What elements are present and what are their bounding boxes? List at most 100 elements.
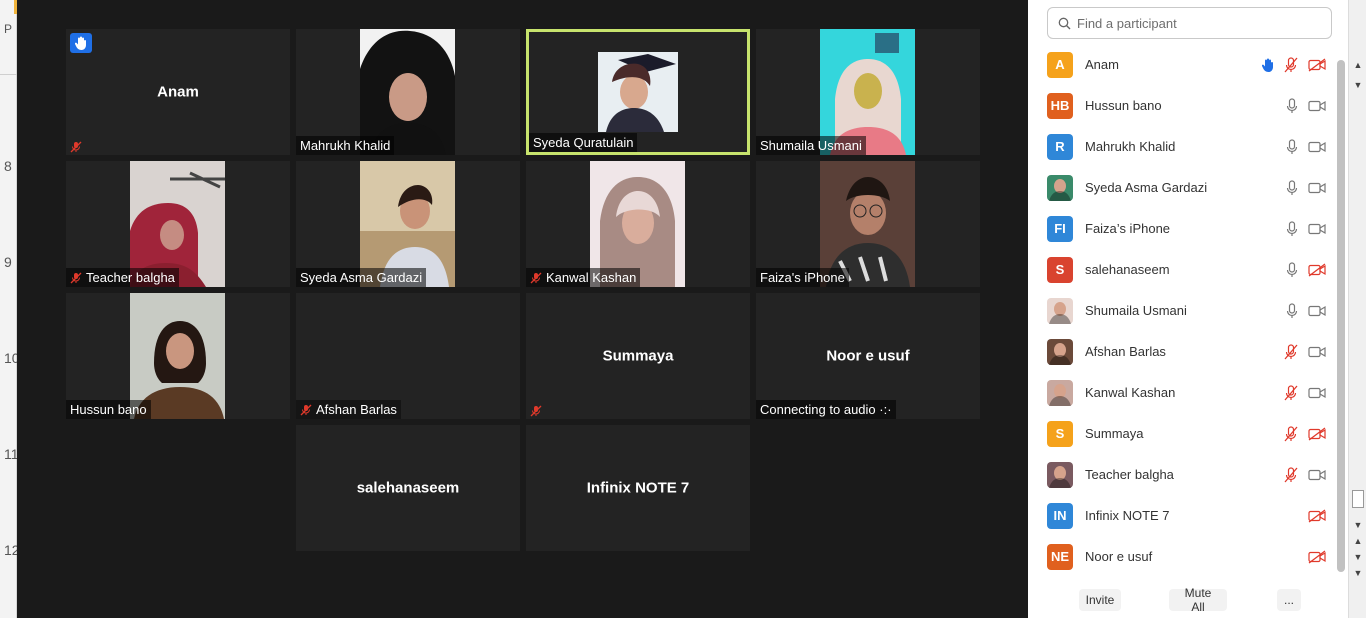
scroll-down-icon[interactable]: ▼ bbox=[1353, 80, 1363, 90]
participant-row[interactable]: A Anam bbox=[1028, 44, 1338, 85]
tile-big-name: Summaya bbox=[602, 347, 674, 365]
video-tile-salehanaseem[interactable]: salehanaseem bbox=[296, 425, 520, 551]
participant-row[interactable]: Teacher balgha bbox=[1028, 454, 1338, 495]
video-tile-afshan-barlas[interactable]: Afshan Barlas bbox=[296, 293, 520, 419]
participant-name: Afshan Barlas bbox=[316, 402, 397, 417]
scroll-down-icon[interactable]: ▼ bbox=[1353, 552, 1363, 562]
video-icon[interactable] bbox=[1308, 305, 1326, 317]
video-off-icon[interactable] bbox=[1308, 262, 1326, 277]
participant-row[interactable]: Afshan Barlas bbox=[1028, 331, 1338, 372]
participant-row[interactable]: S Summaya bbox=[1028, 413, 1338, 454]
gallery-view: Anam Mahrukh Khalid Syeda Quratulain Shu… bbox=[17, 0, 1028, 618]
tile-label bbox=[526, 403, 546, 419]
mic-muted-icon bbox=[70, 141, 82, 153]
mic-icon[interactable] bbox=[1286, 220, 1298, 237]
avatar-photo bbox=[1047, 297, 1073, 324]
tile-label: Afshan Barlas bbox=[296, 400, 401, 419]
video-tile-syeda-asma-gardazi[interactable]: Syeda Asma Gardazi bbox=[296, 161, 520, 287]
video-tile-faizas-iphone[interactable]: Faiza's iPhone bbox=[756, 161, 980, 287]
video-icon[interactable] bbox=[1308, 141, 1326, 153]
participant-row[interactable]: NE Noor e usuf bbox=[1028, 536, 1338, 577]
participant-row[interactable]: Kanwal Kashan bbox=[1028, 372, 1338, 413]
mic-muted-icon bbox=[300, 404, 312, 415]
participant-row[interactable]: FI Faiza’s iPhone bbox=[1028, 208, 1338, 249]
video-tile-infinix-note-7[interactable]: Infinix NOTE 7 bbox=[526, 425, 750, 551]
window-scrollbar[interactable]: ▲ ▼ ▼ ▲ ▼ ▼ bbox=[1348, 0, 1366, 618]
video-icon[interactable] bbox=[1308, 223, 1326, 235]
video-tile-summaya[interactable]: Summaya bbox=[526, 293, 750, 419]
underlying-window-strip: P 8 9 10 11 12 bbox=[0, 0, 20, 618]
participant-search[interactable] bbox=[1047, 7, 1332, 39]
participant-list-scrollbar[interactable] bbox=[1337, 60, 1345, 572]
mic-muted-icon[interactable] bbox=[1284, 343, 1298, 360]
tile-label: Hussun bano bbox=[66, 400, 151, 419]
participant-name: Noor e usuf bbox=[1085, 549, 1153, 564]
video-tile-anam[interactable]: Anam bbox=[66, 29, 290, 155]
mic-muted-icon[interactable] bbox=[1284, 466, 1298, 483]
avatar: A bbox=[1047, 51, 1073, 78]
mic-icon[interactable] bbox=[1286, 261, 1298, 278]
participant-list: A Anam HB Hussun bano R Mahrukh Khalid Syeda A… bbox=[1028, 44, 1338, 577]
video-off-icon[interactable] bbox=[1308, 508, 1326, 523]
participant-status-icons bbox=[1308, 508, 1326, 523]
video-icon[interactable] bbox=[1308, 469, 1326, 481]
participant-name: salehanaseem bbox=[1085, 262, 1170, 277]
participant-row[interactable]: R Mahrukh Khalid bbox=[1028, 126, 1338, 167]
participant-status-icons bbox=[1286, 179, 1326, 196]
mic-muted-icon[interactable] bbox=[1284, 425, 1298, 442]
participant-status-icons bbox=[1284, 384, 1326, 401]
video-tile-shumaila-usmani[interactable]: Shumaila Usmani bbox=[756, 29, 980, 155]
participant-row[interactable]: Shumaila Usmani bbox=[1028, 290, 1338, 331]
participant-row[interactable]: HB Hussun bano bbox=[1028, 85, 1338, 126]
participant-name: Anam bbox=[1085, 57, 1119, 72]
mic-muted-icon bbox=[70, 272, 82, 283]
scroll-down-icon[interactable]: ▼ bbox=[1353, 568, 1363, 578]
participant-name: Faiza’s iPhone bbox=[1085, 221, 1171, 236]
mic-icon[interactable] bbox=[1286, 179, 1298, 196]
video-icon[interactable] bbox=[1308, 387, 1326, 399]
video-tile-hussun-bano[interactable]: Hussun bano bbox=[66, 293, 290, 419]
participant-status-icons bbox=[1286, 220, 1326, 237]
video-tile-syeda-quratulain[interactable]: Syeda Quratulain bbox=[526, 29, 750, 155]
mute-all-button[interactable]: Mute All bbox=[1169, 586, 1227, 614]
avatar-photo bbox=[1047, 379, 1073, 406]
tile-label: Syeda Quratulain bbox=[529, 133, 638, 152]
mic-icon[interactable] bbox=[1286, 302, 1298, 319]
participant-row[interactable]: IN Infinix NOTE 7 bbox=[1028, 495, 1338, 536]
video-off-icon[interactable] bbox=[1308, 57, 1326, 72]
video-icon[interactable] bbox=[1308, 182, 1326, 194]
participant-name: Infinix NOTE 7 bbox=[1085, 508, 1170, 523]
line-number: 8 bbox=[4, 158, 12, 174]
mic-muted-icon[interactable] bbox=[1284, 56, 1298, 73]
video-icon[interactable] bbox=[1308, 346, 1326, 358]
video-off-icon[interactable] bbox=[1308, 426, 1326, 441]
tile-label: Teacher balgha bbox=[66, 268, 179, 287]
participants-panel: A Anam HB Hussun bano R Mahrukh Khalid Syeda A… bbox=[1028, 0, 1348, 618]
participant-name: Shumaila Usmani bbox=[1085, 303, 1187, 318]
participant-row[interactable]: Syeda Asma Gardazi bbox=[1028, 167, 1338, 208]
participant-status-icons bbox=[1262, 56, 1326, 73]
video-tile-mahrukh-khalid[interactable]: Mahrukh Khalid bbox=[296, 29, 520, 155]
video-off-icon[interactable] bbox=[1308, 549, 1326, 564]
more-options-button[interactable]: ... bbox=[1277, 589, 1301, 611]
scroll-up-icon[interactable]: ▲ bbox=[1353, 536, 1363, 546]
zoom-meeting-window: P 8 9 10 11 12 Anam Mahrukh Khalid Syeda… bbox=[0, 0, 1366, 618]
mic-icon[interactable] bbox=[1286, 138, 1298, 155]
mic-icon[interactable] bbox=[1286, 97, 1298, 114]
scroll-down-icon[interactable]: ▼ bbox=[1353, 520, 1363, 530]
participant-name: Syeda Asma Gardazi bbox=[1085, 180, 1208, 195]
scroll-up-icon[interactable]: ▲ bbox=[1353, 60, 1363, 70]
participants-actions: Invite Mute All ... bbox=[1028, 586, 1348, 614]
scroll-thumb[interactable] bbox=[1352, 490, 1364, 508]
mic-muted-icon[interactable] bbox=[1284, 384, 1298, 401]
video-tile-teacher-balgha[interactable]: Teacher balgha bbox=[66, 161, 290, 287]
participant-name: Summaya bbox=[1085, 426, 1144, 441]
avatar: S bbox=[1047, 420, 1073, 447]
avatar-photo bbox=[1047, 461, 1073, 488]
video-tile-noor-e-usuf[interactable]: Noor e usuf Connecting to audio ·:· bbox=[756, 293, 980, 419]
video-tile-kanwal-kashan[interactable]: Kanwal Kashan bbox=[526, 161, 750, 287]
participant-row[interactable]: Ssalehanaseem bbox=[1028, 249, 1338, 290]
search-input[interactable] bbox=[1077, 15, 1317, 31]
video-icon[interactable] bbox=[1308, 100, 1326, 112]
invite-button[interactable]: Invite bbox=[1079, 589, 1121, 611]
